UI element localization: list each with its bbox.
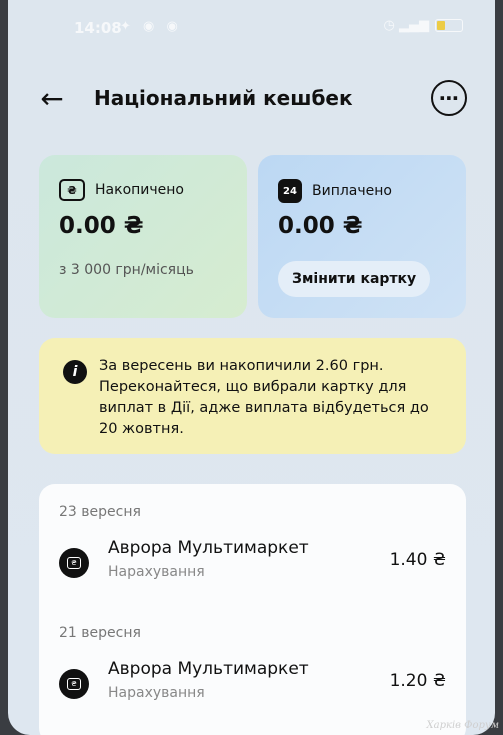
accumulated-label: Накопичено <box>95 182 184 198</box>
paid-card-header: 24 Виплачено <box>278 179 392 203</box>
merchant-name: Аврора Мультимаркет <box>108 538 309 558</box>
notification-icons: ✦ ◉ ◉ <box>120 19 182 34</box>
watermark: Харків Форум <box>426 720 499 731</box>
paid-card: 24 Виплачено 0.00 ₴ Змінити картку <box>258 155 466 318</box>
transaction-amount: 1.40 ₴ <box>389 550 446 570</box>
transaction-type: Нарахування <box>108 564 205 580</box>
transactions-list: 23 вересня ₴ Аврора Мультимаркет Нарахув… <box>39 484 466 735</box>
back-arrow-icon[interactable]: ← <box>34 80 70 116</box>
cashback-icon: ₴ <box>59 548 89 578</box>
paid-label: Виплачено <box>312 183 392 199</box>
transaction-row[interactable]: ₴ Аврора Мультимаркет Нарахування 1.20 ₴ <box>39 657 466 717</box>
hryvnia-wallet-icon: ₴ <box>59 179 85 201</box>
transaction-row[interactable]: ₴ Аврора Мультимаркет Нарахування 1.40 ₴ <box>39 536 466 596</box>
accumulated-card: ₴ Накопичено 0.00 ₴ з 3 000 грн/місяць <box>39 155 247 318</box>
monthly-limit-text: з 3 000 грн/місяць <box>59 262 194 278</box>
change-card-button[interactable]: Змінити картку <box>278 261 431 297</box>
status-bar: 14:08 ✦ ◉ ◉ ◷ ▂▄▆ <box>8 0 495 58</box>
battery-icon <box>435 19 463 32</box>
info-banner: i За вересень ви накопичили 2.60 грн. Пе… <box>39 338 466 454</box>
transaction-date: 21 вересня <box>59 625 141 641</box>
app-screen: 14:08 ✦ ◉ ◉ ◷ ▂▄▆ ← Національний кешбек … <box>8 0 495 735</box>
bank-24-icon: 24 <box>278 179 302 203</box>
status-time: 14:08 <box>74 19 122 37</box>
info-icon: i <box>63 360 87 384</box>
status-right-group: ◷ ▂▄▆ <box>384 18 463 33</box>
merchant-name: Аврора Мультимаркет <box>108 659 309 679</box>
header: ← Національний кешбек ⋯ <box>8 72 495 124</box>
info-text: За вересень ви накопичили 2.60 грн. Пере… <box>99 358 429 437</box>
transaction-date: 23 вересня <box>59 504 141 520</box>
page-title: Національний кешбек <box>94 86 353 110</box>
transaction-type: Нарахування <box>108 685 205 701</box>
accumulated-card-header: ₴ Накопичено <box>59 179 184 201</box>
paid-amount: 0.00 ₴ <box>278 213 363 239</box>
cashback-icon: ₴ <box>59 669 89 699</box>
transaction-amount: 1.20 ₴ <box>389 671 446 691</box>
more-options-icon[interactable]: ⋯ <box>431 80 467 116</box>
accumulated-amount: 0.00 ₴ <box>59 213 144 239</box>
signal-icon: ◷ ▂▄▆ <box>383 18 429 33</box>
